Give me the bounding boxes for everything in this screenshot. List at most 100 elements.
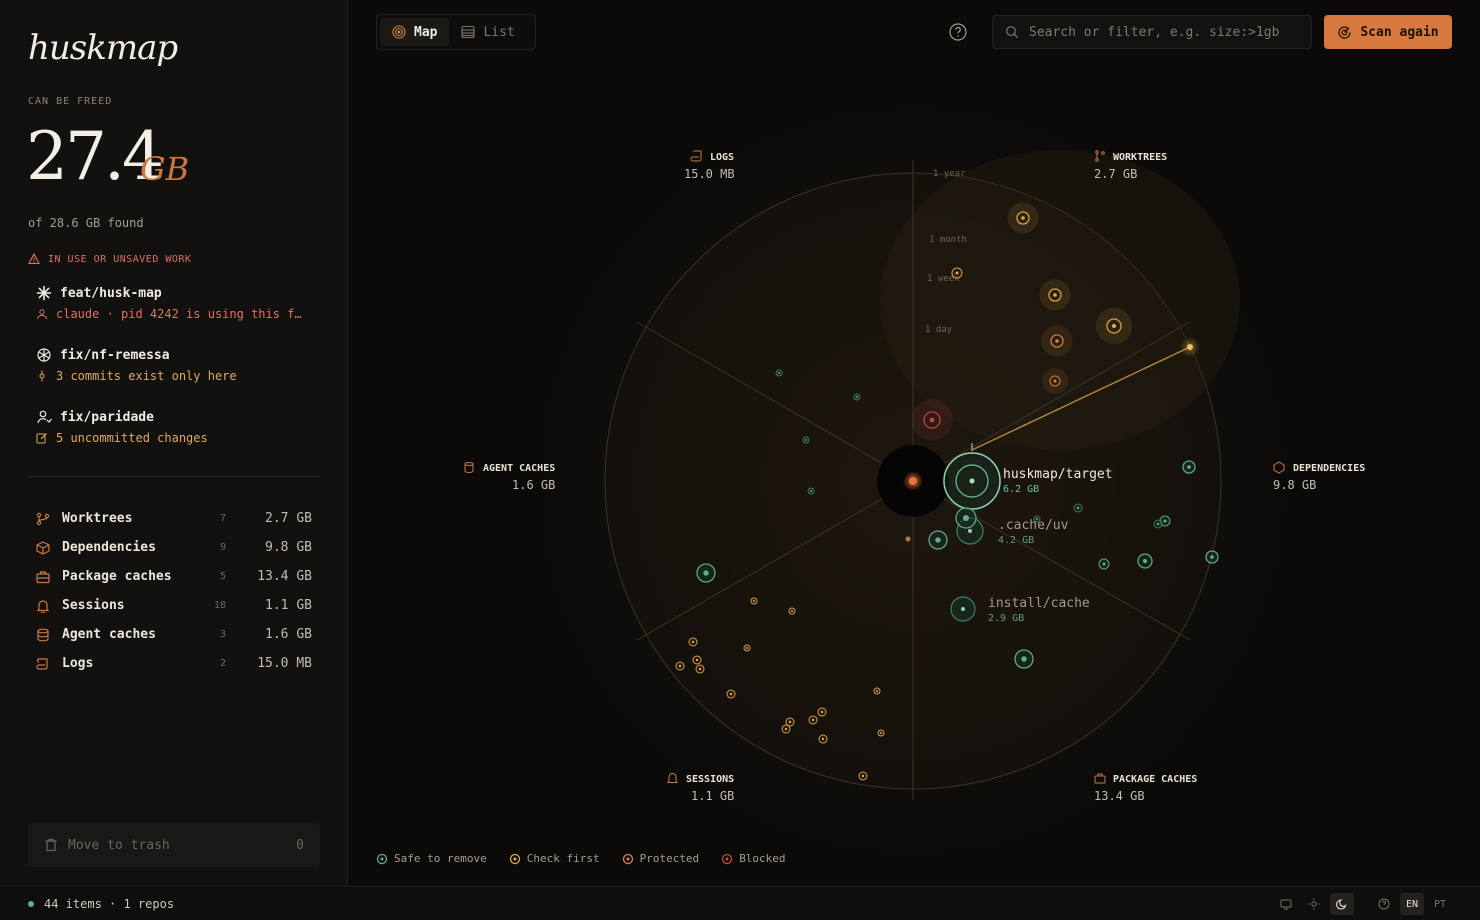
map-node-dot [810, 490, 812, 492]
map-node[interactable] [1033, 515, 1041, 523]
sector-name: WORKTREES [1113, 152, 1167, 163]
node-size: 4.2 GB [998, 535, 1034, 546]
node-size: 6.2 GB [1003, 484, 1039, 495]
list-icon [461, 25, 476, 39]
map-node-dot [678, 664, 682, 668]
age-ring-label: 1 day [925, 325, 953, 335]
map-node[interactable] [905, 536, 911, 542]
map-node[interactable] [817, 707, 827, 717]
map-node[interactable] [775, 369, 783, 377]
map-node-dot [1076, 506, 1080, 510]
map-node[interactable] [858, 771, 868, 781]
radial-map[interactable]: 1 year 1 month 1 week 1 day LOGS 15.0 MB… [349, 60, 1480, 886]
warning-item[interactable]: fix/nf-remessa 3 commits exist only here [36, 347, 316, 383]
map-center-dot [909, 477, 917, 485]
tab-list[interactable]: List [449, 18, 526, 46]
map-node[interactable] [818, 734, 828, 744]
map-node[interactable] [788, 607, 796, 615]
sector-size: 1.6 GB [512, 478, 555, 492]
protected-icon [622, 853, 633, 864]
map-node[interactable] [781, 724, 791, 734]
scan-again-button[interactable]: Scan again [1324, 15, 1452, 49]
map-node[interactable] [1153, 519, 1163, 529]
map-node-dot [907, 538, 909, 540]
language-pt-button[interactable]: PT [1428, 893, 1452, 915]
category-count: 5 [219, 571, 226, 582]
category-row-logs[interactable]: Logs 2 15.0 MB [36, 649, 312, 678]
map-node[interactable] [955, 507, 977, 529]
map-node[interactable] [853, 393, 861, 401]
map-node[interactable] [692, 655, 702, 665]
database-icon [36, 628, 52, 642]
light-theme-button[interactable] [1302, 893, 1326, 915]
map-node[interactable] [928, 530, 948, 550]
status-bar: 44 items · 1 repos EN PT [0, 886, 1480, 920]
map-node-dot [929, 417, 935, 423]
selection-beam-dot [1187, 344, 1193, 350]
dark-theme-button[interactable] [1330, 893, 1354, 915]
warning-name: fix/nf-remessa [60, 347, 170, 363]
map-node[interactable] [1073, 503, 1083, 513]
footer-controls: EN PT [1274, 893, 1452, 915]
map-node-dot [856, 396, 858, 398]
category-size: 1.1 GB [265, 598, 312, 613]
legend-safe: Safe to remove [376, 852, 487, 865]
map-node[interactable] [1095, 307, 1133, 345]
map-node[interactable] [877, 729, 885, 737]
map-node[interactable] [696, 563, 716, 583]
tab-map[interactable]: Map [380, 18, 450, 46]
map-node[interactable] [911, 399, 953, 441]
map-node[interactable] [695, 664, 705, 674]
map-node[interactable] [750, 597, 758, 605]
app-window: huskmap CAN BE FREED 27.4 GB of 28.6 GB … [0, 0, 1480, 920]
map-node[interactable] [808, 715, 818, 725]
map-node[interactable] [802, 436, 810, 444]
category-row-dependencies[interactable]: Dependencies 9 9.8 GB [36, 533, 312, 562]
map-node[interactable] [1137, 553, 1153, 569]
language-help-button[interactable] [1372, 893, 1396, 915]
map-node[interactable] [688, 637, 698, 647]
map-node[interactable] [675, 661, 685, 671]
map-node[interactable] [1041, 325, 1073, 357]
legend-check: Check first [509, 852, 600, 865]
category-name: Worktrees [62, 511, 133, 526]
map-node-dot [784, 727, 788, 731]
map-node[interactable] [951, 267, 963, 279]
warning-item[interactable]: fix/paridade 5 uncommitted changes [36, 409, 316, 445]
legend-label: Safe to remove [394, 852, 487, 865]
map-node[interactable] [1182, 460, 1196, 474]
map-node-dot [1142, 558, 1148, 564]
found-total: of 28.6 GB found [28, 216, 144, 230]
category-row-worktrees[interactable]: Worktrees 7 2.7 GB [36, 504, 312, 533]
map-node[interactable] [1007, 202, 1039, 234]
user-icon [37, 309, 47, 320]
category-row-agent-caches[interactable]: Agent caches 3 1.6 GB [36, 620, 312, 649]
warning-item[interactable]: feat/husk-map claude · pid 4242 is using… [36, 285, 316, 321]
help-icon[interactable] [948, 22, 968, 42]
category-row-package-caches[interactable]: Package caches 5 13.4 GB [36, 562, 312, 591]
view-toggle: Map List [376, 14, 536, 50]
map-node[interactable] [1039, 279, 1071, 311]
map-node[interactable] [1205, 550, 1219, 564]
language-en-button[interactable]: EN [1400, 893, 1424, 915]
warning-name: fix/paridade [60, 409, 154, 425]
map-node[interactable] [743, 644, 751, 652]
category-row-sessions[interactable]: Sessions 18 1.1 GB [36, 591, 312, 620]
node-name: huskmap/target [1003, 467, 1113, 482]
map-node[interactable] [726, 689, 736, 699]
move-to-trash-button[interactable]: Move to trash 0 [28, 823, 320, 867]
map-node[interactable] [807, 487, 815, 495]
map-node-dot [746, 647, 748, 649]
category-name: Sessions [62, 598, 125, 613]
map-node-dot [1163, 519, 1167, 523]
trash-icon [45, 838, 57, 852]
map-node[interactable] [1014, 649, 1034, 669]
map-node[interactable] [1042, 368, 1068, 394]
map-node-dot [861, 774, 865, 778]
branch-icon [36, 512, 52, 526]
system-theme-button[interactable] [1274, 893, 1298, 915]
map-node[interactable] [873, 687, 881, 695]
map-node[interactable] [1098, 558, 1110, 570]
sector-name: AGENT CACHES [483, 463, 555, 474]
search-input[interactable] [1029, 24, 1299, 40]
